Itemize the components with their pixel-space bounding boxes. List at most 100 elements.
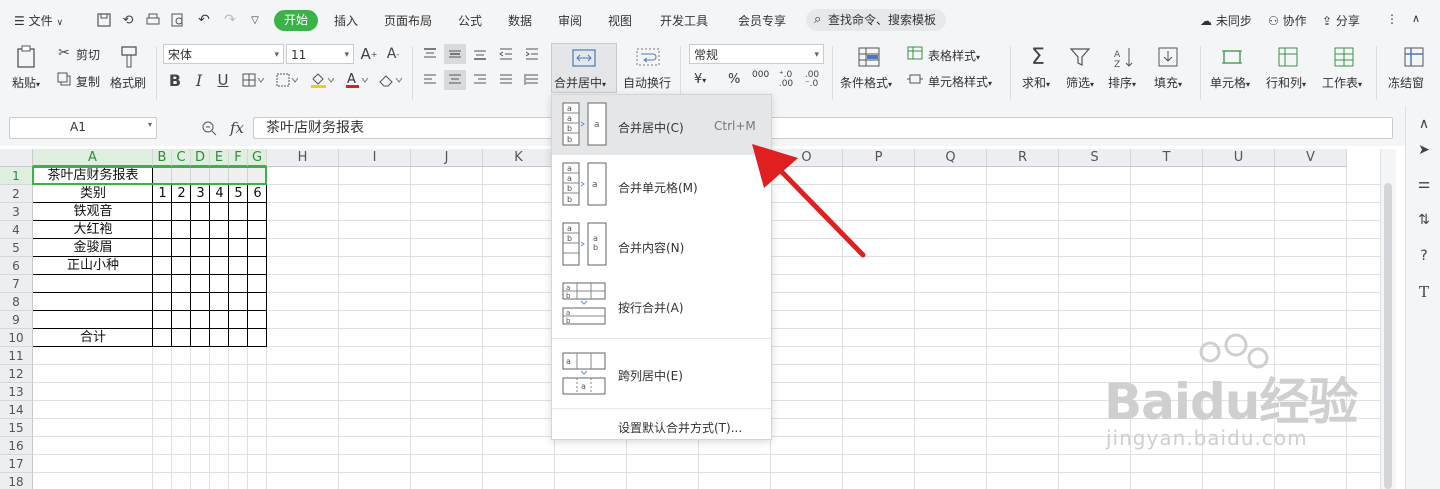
row-header-13[interactable]: 13 [0,383,33,401]
decrease-font-icon[interactable]: A- [384,45,402,63]
column-header-K[interactable]: K [483,149,555,167]
increase-decimal-icon[interactable]: ⁺.0.00 [776,70,796,90]
column-header-C[interactable]: C [172,149,191,167]
sum-button[interactable]: 求和▾ [1022,74,1050,91]
column-header-G[interactable]: G [248,149,267,167]
collapse-ribbon-icon[interactable]: ∧ [1412,12,1420,25]
align-bottom-icon[interactable] [470,45,490,63]
row-header-9[interactable]: 9 [0,311,33,329]
cell-f2[interactable]: 5 [229,185,248,203]
font-name-select[interactable]: 宋体 ▾ [163,44,284,64]
cell-d2[interactable]: 3 [191,185,210,203]
wrap-text-button[interactable]: 自动换行 [623,74,671,91]
menu-item-merge-cells[interactable]: aabb a 合并单元格(M) [552,155,771,215]
align-middle-icon[interactable] [444,44,466,64]
cell-style-button[interactable]: 单元格样式▾ [928,73,992,90]
number-format-select[interactable]: 常规 ▾ [689,44,824,64]
cell-a6[interactable]: 正山小种 [33,257,153,275]
undo-icon[interactable]: ↶ [196,12,212,28]
transform-icon[interactable]: ⇅ [1414,210,1434,230]
row-header-4[interactable]: 4 [0,221,33,239]
menu-item-merge-center[interactable]: aabb a 合并居中(C) Ctrl+M [552,95,771,155]
share-button[interactable]: ⇪ 分享 [1322,12,1360,29]
row-header-7[interactable]: 7 [0,275,33,293]
tab-developer[interactable]: 开发工具 [660,12,708,29]
chevron-up-icon[interactable]: ∧ [1414,114,1434,134]
cell-a5[interactable]: 金骏眉 [33,239,153,257]
tab-formula[interactable]: 公式 [458,12,482,29]
menu-item-merge-content[interactable]: ab ab 合并内容(N) [552,215,771,275]
row-header-14[interactable]: 14 [0,401,33,419]
column-header-E[interactable]: E [210,149,229,167]
column-header-Q[interactable]: Q [915,149,987,167]
border-icon[interactable] [240,70,266,90]
row-header-18[interactable]: 18 [0,473,33,489]
export-icon[interactable]: ⟲ [120,12,136,28]
underline-icon[interactable]: U [214,70,232,90]
row-header-16[interactable]: 16 [0,437,33,455]
distribute-icon[interactable] [522,71,542,89]
column-header-I[interactable]: I [339,149,411,167]
conditional-format-button[interactable]: 条件格式▾ [840,74,892,91]
column-header-S[interactable]: S [1059,149,1131,167]
sort-button[interactable]: 排序▾ [1108,74,1136,91]
italic-icon[interactable]: I [190,70,208,90]
column-header-F[interactable]: F [229,149,248,167]
file-menu[interactable]: ☰ 文件 ∨ [14,12,63,29]
align-left-icon[interactable] [420,71,440,89]
paste-icon[interactable] [14,44,40,70]
cell-button[interactable]: 单元格▾ [1210,74,1250,91]
sync-status[interactable]: ☁ 未同步 [1200,12,1252,29]
row-header-17[interactable]: 17 [0,455,33,473]
vertical-scrollbar[interactable] [1380,149,1396,489]
sliders-icon[interactable]: ⚌ [1414,174,1434,194]
row-header-5[interactable]: 5 [0,239,33,257]
search-box[interactable]: ⌕ 查找命令、搜索模板 [806,9,946,31]
row-col-button[interactable]: 行和列▾ [1266,74,1306,91]
cell-e2[interactable]: 4 [210,185,229,203]
tab-page-layout[interactable]: 页面布局 [384,12,432,29]
indent-increase-icon[interactable] [522,45,542,63]
justify-icon[interactable] [496,71,516,89]
clear-icon[interactable] [376,70,406,90]
name-box[interactable]: A1 ▾ [9,117,157,139]
align-top-icon[interactable] [420,45,440,63]
print-icon[interactable] [145,12,161,28]
increase-font-icon[interactable]: A + [360,45,378,63]
erase-format-icon[interactable] [274,70,300,90]
font-size-select[interactable]: 11 ▾ [286,44,354,64]
menu-item-set-default[interactable]: 设置默认合并方式(T)... [552,409,771,439]
cell-a10[interactable]: 合计 [33,329,153,347]
menu-item-center-across[interactable]: a a 跨列居中(E) [552,343,771,407]
paste-button[interactable]: 粘贴▾ [12,74,40,91]
column-header-D[interactable]: D [191,149,210,167]
indent-decrease-icon[interactable] [496,45,516,63]
worksheet-button[interactable]: 工作表▾ [1322,74,1362,91]
percent-button[interactable]: % [728,72,740,87]
collab-button[interactable]: ⚇ 协作 [1268,12,1307,29]
column-header-V[interactable]: V [1275,149,1347,167]
row-header-8[interactable]: 8 [0,293,33,311]
cut-button[interactable]: 剪切 [76,46,100,63]
save-icon[interactable] [96,12,112,28]
cursor-icon[interactable]: ➤ [1414,140,1434,160]
tab-review[interactable]: 审阅 [558,12,582,29]
cell-c2[interactable]: 2 [172,185,191,203]
column-header-J[interactable]: J [411,149,483,167]
tab-insert[interactable]: 插入 [334,12,358,29]
bold-icon[interactable]: B [166,70,184,90]
fx-icon[interactable]: fx [228,118,246,138]
cell-a2[interactable]: 类别 [33,185,153,203]
cell-g2[interactable]: 6 [248,185,267,203]
decrease-decimal-icon[interactable]: .00 ⁻.0 [802,70,822,90]
filter-button[interactable]: 筛选▾ [1066,74,1094,91]
align-right-icon[interactable] [470,71,490,89]
fill-button[interactable]: 填充▾ [1154,74,1182,91]
font-color-icon[interactable]: A [344,70,370,90]
cell-a3[interactable]: 铁观音 [33,203,153,221]
freeze-button[interactable]: 冻结窗 [1388,74,1424,91]
column-header-R[interactable]: R [987,149,1059,167]
select-all-corner[interactable] [0,149,33,167]
cell-b2[interactable]: 1 [153,185,172,203]
copy-button[interactable]: 复制 [76,73,100,90]
